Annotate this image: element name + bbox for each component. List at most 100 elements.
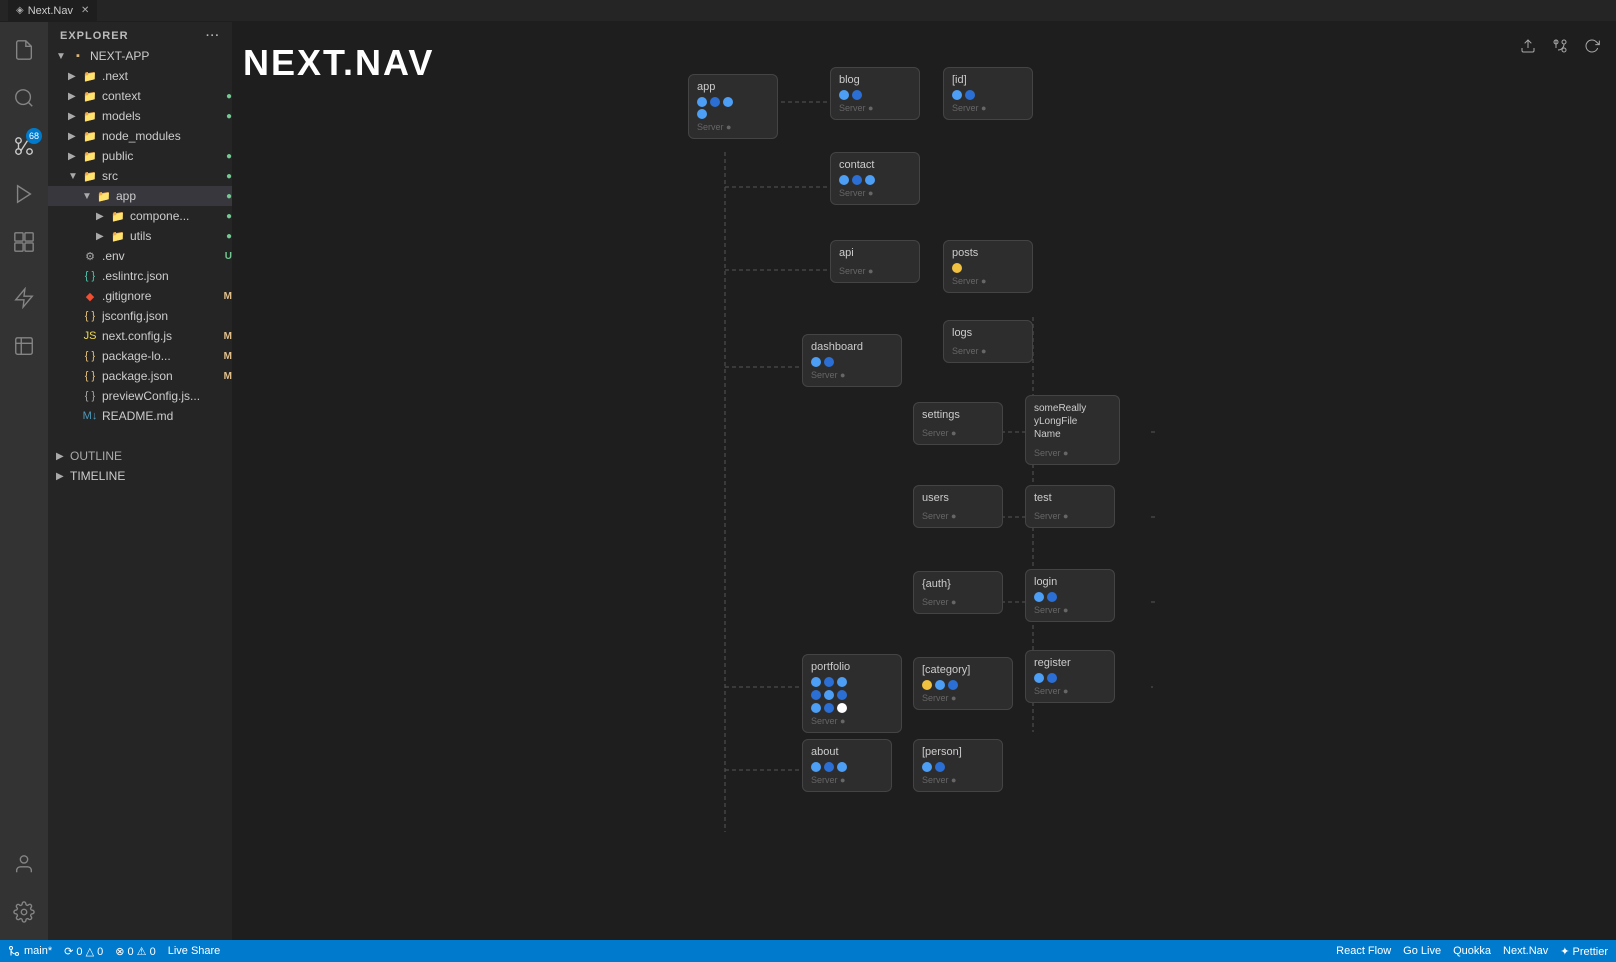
node-sublabel: Server ● [922, 428, 994, 438]
sidebar-item-search[interactable] [0, 74, 48, 122]
sidebar-menu-button[interactable]: ··· [206, 30, 220, 42]
canvas-title: NEXT.NAV [243, 42, 434, 84]
node-test[interactable]: test Server ● [1025, 485, 1115, 528]
timeline-section[interactable]: ▶ TIMELINE [48, 466, 232, 486]
node-settings[interactable]: settings Server ● [913, 402, 1003, 445]
sidebar-item-context[interactable]: ▶ 📁 context ● [48, 86, 232, 106]
node-posts[interactable]: posts Server ● [943, 240, 1033, 293]
node-portfolio[interactable]: portfolio Server ● [802, 654, 902, 733]
status-app-name[interactable]: Next.Nav [1503, 945, 1548, 958]
folder-icon: ▪ [70, 48, 86, 64]
sidebar-item-dotNext[interactable]: ▶ 📁 .next [48, 66, 232, 86]
node-auth[interactable]: {auth} Server ● [913, 571, 1003, 614]
sidebar-item-jsconfig[interactable]: { } jsconfig.json [48, 306, 232, 326]
node-logs[interactable]: logs Server ● [943, 320, 1033, 363]
sidebar-item-run[interactable] [0, 170, 48, 218]
sidebar-item-gitignore[interactable]: ◆ .gitignore M [48, 286, 232, 306]
status-sync[interactable]: ⟳ 0 △ 0 [64, 945, 103, 958]
activity-bar-bottom [0, 840, 48, 936]
refresh-button[interactable] [1580, 34, 1604, 63]
status-live-share[interactable]: Live Share [168, 945, 221, 957]
prettier-label: ✦ Prettier [1560, 945, 1608, 958]
node-label: blog [839, 74, 911, 86]
arrow-icon: ▶ [96, 211, 110, 222]
canvas[interactable]: NEXT.NAV [233, 22, 1616, 940]
status-branch[interactable]: main* [8, 945, 52, 957]
dot [837, 762, 847, 772]
dot [839, 175, 849, 185]
tree-view-button[interactable] [1548, 34, 1572, 63]
node-dots [697, 97, 769, 107]
dot-badge: ● [226, 171, 232, 182]
sidebar-item-package-json[interactable]: { } package.json M [48, 366, 232, 386]
sidebar-item-eslintrc[interactable]: { } .eslintrc.json [48, 266, 232, 286]
dot [811, 762, 821, 772]
account-icon[interactable] [0, 840, 48, 888]
arrow-icon: ▶ [68, 151, 82, 162]
settings-icon[interactable] [0, 888, 48, 936]
node-dashboard[interactable]: dashboard Server ● [802, 334, 902, 387]
sidebar-item-components[interactable]: ▶ 📁 compone... ● [48, 206, 232, 226]
tab-close-button[interactable]: ✕ [81, 5, 89, 16]
node-contact[interactable]: contact Server ● [830, 152, 920, 205]
status-react-flow[interactable]: React Flow [1336, 945, 1391, 958]
node-about[interactable]: about Server ● [802, 739, 892, 792]
node-register[interactable]: register Server ● [1025, 650, 1115, 703]
node-label: test [1034, 492, 1106, 504]
dot [935, 762, 945, 772]
arrow-icon: ▼ [82, 191, 96, 202]
node-somereally[interactable]: someReallyyLongFileName Server ● [1025, 395, 1120, 465]
outline-section[interactable]: ▶ OUTLINE [48, 446, 232, 466]
item-label: models [102, 109, 222, 123]
app-name-label: Next.Nav [1503, 945, 1548, 957]
status-go-live[interactable]: Go Live [1403, 945, 1441, 958]
sidebar-item-env[interactable]: ⚙ .env U [48, 246, 232, 266]
dot [710, 97, 720, 107]
sidebar-item-src[interactable]: ▼ 📁 src ● [48, 166, 232, 186]
share-button[interactable] [1516, 34, 1540, 63]
sidebar-item-next-config[interactable]: JS next.config.js M [48, 326, 232, 346]
dot [1034, 592, 1044, 602]
sidebar-item-source-control[interactable]: 68 [0, 122, 48, 170]
sidebar-item-readme[interactable]: M↓ README.md [48, 406, 232, 426]
node-dots [811, 677, 893, 713]
node-person[interactable]: [person] Server ● [913, 739, 1003, 792]
node-users[interactable]: users Server ● [913, 485, 1003, 528]
node-sublabel: Server ● [952, 276, 1024, 286]
title-bar: ◈ Next.Nav ✕ [0, 0, 1616, 22]
timeline-label: TIMELINE [70, 469, 232, 483]
node-label: about [811, 746, 883, 758]
status-prettier[interactable]: ✦ Prettier [1560, 945, 1608, 958]
sidebar-item-extensions[interactable] [0, 218, 48, 266]
node-api[interactable]: api Server ● [830, 240, 920, 283]
dot [952, 263, 962, 273]
sidebar-item-files[interactable] [0, 26, 48, 74]
sidebar-item-app[interactable]: ▼ 📁 app ● [48, 186, 232, 206]
node-login[interactable]: login Server ● [1025, 569, 1115, 622]
source-control-badge: 68 [26, 128, 42, 144]
active-tab[interactable]: ◈ Next.Nav ✕ [8, 0, 97, 22]
sidebar-item-node-modules[interactable]: ▶ 📁 node_modules [48, 126, 232, 146]
node-app[interactable]: app Server ● [688, 74, 778, 139]
node-dots [922, 762, 994, 772]
folder-node-modules-icon: 📁 [82, 128, 98, 144]
sidebar-item-package-lock[interactable]: { } package-lo... M [48, 346, 232, 366]
item-label: .env [102, 249, 221, 263]
item-label: compone... [130, 209, 222, 223]
item-label: jsconfig.json [102, 309, 232, 323]
sidebar-item-utils[interactable]: ▶ 📁 utils ● [48, 226, 232, 246]
status-quokka[interactable]: Quokka [1453, 945, 1491, 958]
node-id-blog[interactable]: [id] Server ● [943, 67, 1033, 120]
item-label: src [102, 169, 222, 183]
node-dots [952, 263, 1024, 273]
sidebar-item-preview-config[interactable]: { } previewConfig.js... [48, 386, 232, 406]
sidebar-item-next-app[interactable]: ▼ ▪ NEXT-APP [48, 46, 232, 66]
status-errors[interactable]: ⊗ 0 ⚠ 0 [115, 945, 155, 958]
sidebar-item-public[interactable]: ▶ 📁 public ● [48, 146, 232, 166]
node-label: dashboard [811, 341, 893, 353]
sidebar-item-testing[interactable] [0, 322, 48, 370]
sidebar-item-models[interactable]: ▶ 📁 models ● [48, 106, 232, 126]
node-category[interactable]: [category] Server ● [913, 657, 1013, 710]
sidebar-item-remote[interactable] [0, 274, 48, 322]
node-blog[interactable]: blog Server ● [830, 67, 920, 120]
